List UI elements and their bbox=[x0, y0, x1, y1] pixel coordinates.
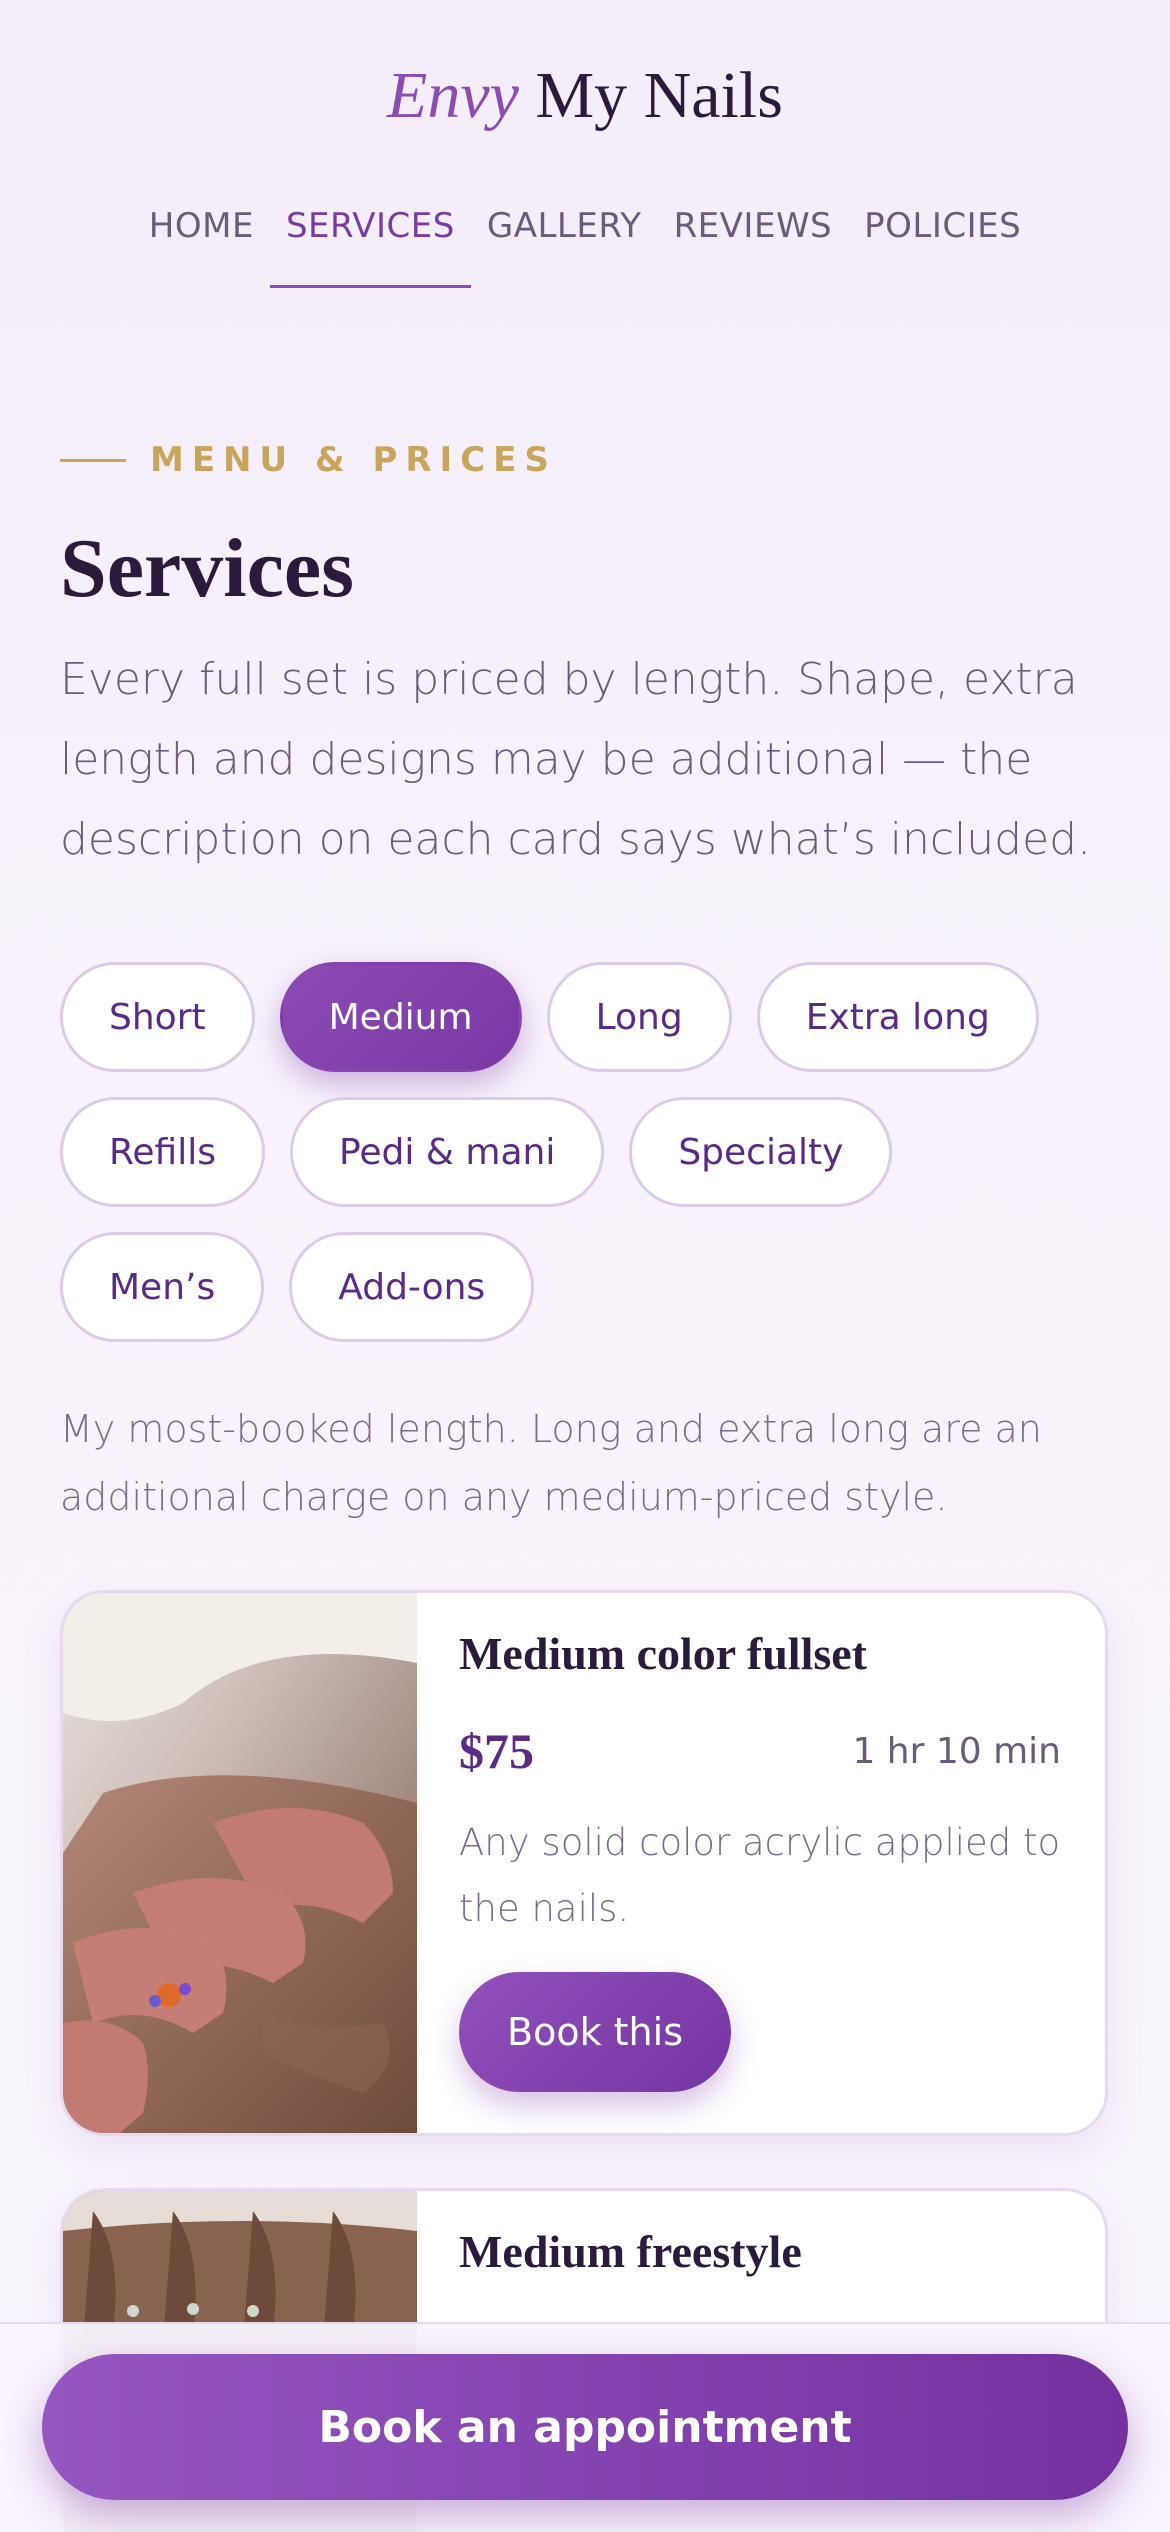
service-price: $75 bbox=[459, 1723, 534, 1779]
site-header: Envy My Nails HOME SERVICES GALLERY REVI… bbox=[0, 0, 1170, 350]
brand-accent: Envy bbox=[387, 59, 519, 132]
brand-logo[interactable]: Envy My Nails bbox=[0, 58, 1170, 134]
service-card: Medium color fullset $75 1 hr 10 min Any… bbox=[60, 1590, 1108, 2136]
nav-home[interactable]: HOME bbox=[133, 206, 270, 288]
service-title: Medium freestyle bbox=[459, 2226, 802, 2277]
service-title: Medium color fullset bbox=[459, 1628, 867, 1679]
nav-policies[interactable]: POLICIES bbox=[848, 206, 1037, 288]
filter-add-ons[interactable]: Add-ons bbox=[289, 1232, 535, 1342]
eyebrow-label: MENU & PRICES bbox=[150, 440, 557, 480]
filter-long[interactable]: Long bbox=[546, 962, 732, 1072]
filter-refills[interactable]: Refills bbox=[60, 1097, 265, 1207]
category-note: My most-booked length. Long and extra lo… bbox=[60, 1407, 1042, 1519]
price-row: $75 1 hr 10 min bbox=[459, 1722, 1061, 1780]
book-appointment-button[interactable]: Book an appointment bbox=[42, 2354, 1128, 2500]
filter-short[interactable]: Short bbox=[60, 962, 255, 1072]
main-nav: HOME SERVICES GALLERY REVIEWS POLICIES bbox=[0, 206, 1170, 288]
filter-medium[interactable]: Medium bbox=[279, 962, 522, 1072]
intro-text: Every full set is priced by length. Shap… bbox=[60, 654, 1092, 865]
book-this-button[interactable]: Book this bbox=[459, 1972, 731, 2092]
filter-mens[interactable]: Men’s bbox=[60, 1232, 265, 1342]
category-filters: Short Medium Long Extra long Refills Ped… bbox=[60, 962, 1120, 1342]
service-card-body: Medium color fullset $75 1 hr 10 min Any… bbox=[417, 1593, 1105, 2133]
page-title: Services bbox=[60, 522, 354, 615]
nav-reviews[interactable]: REVIEWS bbox=[658, 206, 849, 288]
nav-gallery[interactable]: GALLERY bbox=[471, 206, 658, 288]
brand-name: My Nails bbox=[535, 59, 783, 132]
eyebrow-rule bbox=[60, 458, 126, 462]
service-photo bbox=[63, 1593, 417, 2133]
filter-pedi-mani[interactable]: Pedi & mani bbox=[289, 1097, 605, 1207]
nav-services[interactable]: SERVICES bbox=[269, 206, 471, 288]
section-eyebrow: MENU & PRICES bbox=[60, 440, 557, 480]
filter-extra-long[interactable]: Extra long bbox=[756, 962, 1039, 1072]
service-description: Any solid color acrylic applied to the n… bbox=[459, 1821, 1061, 1930]
service-duration: 1 hr 10 min bbox=[852, 1730, 1061, 1772]
filter-specialty[interactable]: Specialty bbox=[629, 1097, 893, 1207]
nails-photo-illustration bbox=[63, 1593, 417, 2133]
